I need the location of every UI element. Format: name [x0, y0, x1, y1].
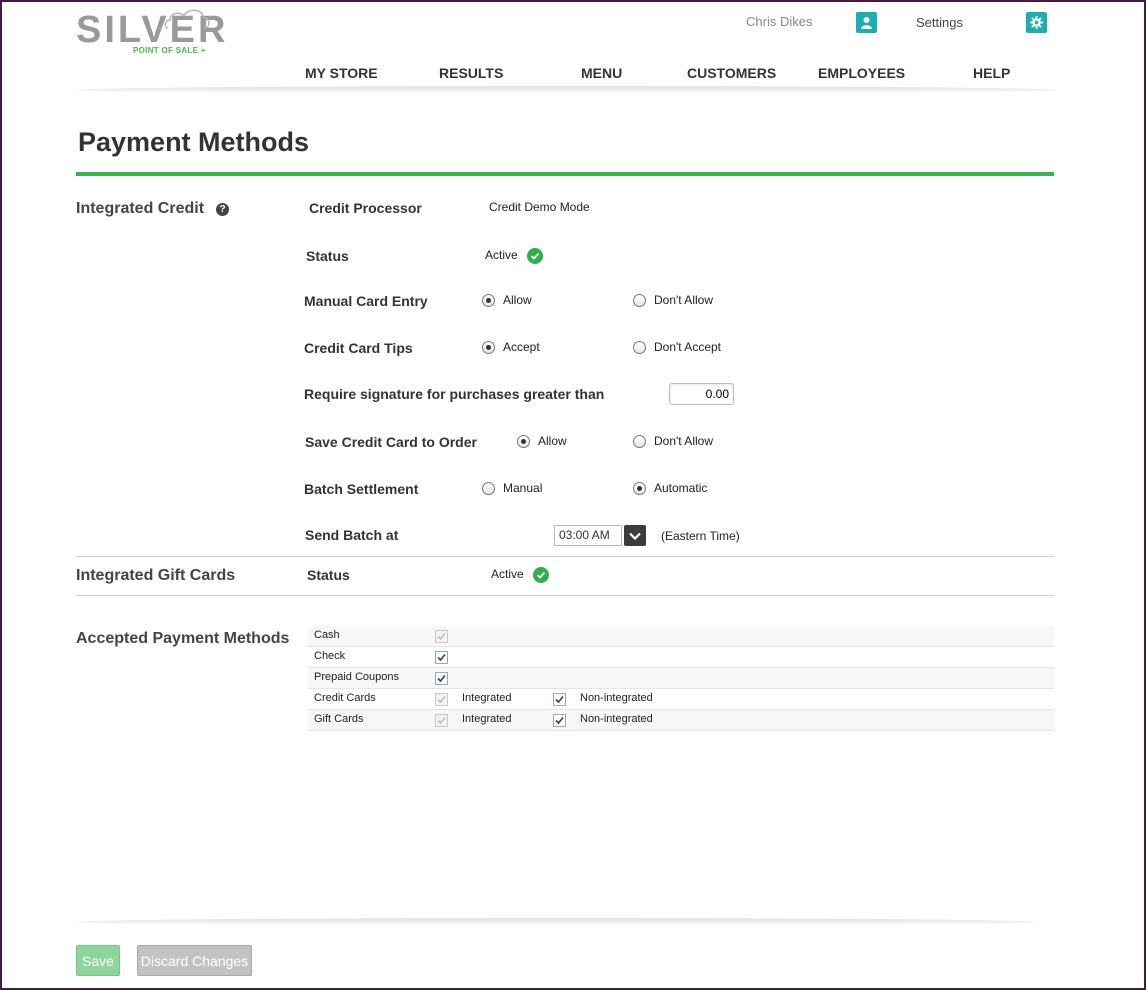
nav-results[interactable]: RESULTS [439, 65, 503, 81]
non-integrated-label: Non-integrated [580, 713, 653, 725]
send-batch-time-select[interactable]: 03:00 AM [554, 525, 622, 546]
chevron-down-icon[interactable] [624, 525, 646, 546]
payment-method-row: Check [308, 647, 1054, 668]
payment-method-label: Credit Cards [314, 692, 376, 704]
radio-dot[interactable] [517, 434, 530, 448]
save-card-dont-allow-radio[interactable]: Don't Allow [633, 434, 713, 448]
integrated-label: Integrated [462, 692, 512, 704]
discard-changes-button[interactable]: Discard Changes [137, 945, 252, 976]
credit-cards-integrated-checkbox[interactable] [435, 693, 448, 706]
radio-dot[interactable] [482, 481, 495, 495]
section-divider [76, 595, 1054, 596]
credit-status-label: Status [306, 248, 349, 264]
manual-card-entry-label: Manual Card Entry [304, 293, 428, 309]
radio-dot[interactable] [633, 340, 646, 354]
radio-label: Allow [503, 293, 532, 307]
credit-status-value: Active [485, 248, 518, 262]
radio-dot[interactable] [633, 481, 646, 495]
logo-cloud-icon [164, 9, 210, 29]
cash-checkbox[interactable] [435, 630, 448, 643]
manual-entry-allow-radio[interactable]: Allow [482, 293, 532, 307]
tips-accept-radio[interactable]: Accept [482, 340, 540, 354]
nav-shadow-divider [76, 86, 1056, 94]
nav-menu[interactable]: MENU [581, 65, 622, 81]
gift-cards-integrated-checkbox[interactable] [435, 714, 448, 727]
credit-processor-value: Credit Demo Mode [489, 200, 590, 214]
payment-method-label: Gift Cards [314, 713, 364, 725]
credit-card-tips-label: Credit Card Tips [304, 340, 413, 356]
payment-method-label: Prepaid Coupons [314, 671, 400, 683]
radio-label: Don't Accept [654, 340, 721, 354]
radio-dot[interactable] [482, 340, 495, 354]
integrated-credit-label: Integrated Credit [76, 200, 205, 217]
batch-settlement-label: Batch Settlement [304, 481, 419, 497]
gift-status-value: Active [491, 567, 524, 581]
credit-processor-label: Credit Processor [309, 200, 422, 216]
tips-dont-accept-radio[interactable]: Don't Accept [633, 340, 721, 354]
radio-label: Don't Allow [654, 293, 713, 307]
gift-cards-non-integrated-checkbox[interactable] [553, 714, 566, 727]
credit-cards-non-integrated-checkbox[interactable] [553, 693, 566, 706]
save-card-allow-radio[interactable]: Allow [517, 434, 567, 448]
nav-help[interactable]: HELP [973, 65, 1010, 81]
radio-label: Manual [503, 481, 543, 495]
gift-status-label: Status [307, 567, 350, 583]
radio-dot[interactable] [482, 293, 495, 307]
payment-method-row: Prepaid Coupons [308, 668, 1054, 689]
save-button[interactable]: Save [76, 945, 120, 976]
settings-link[interactable]: Settings [916, 15, 963, 30]
save-card-label: Save Credit Card to Order [305, 434, 477, 450]
page-title: Payment Methods [78, 127, 310, 157]
section-divider [76, 556, 1054, 557]
manual-entry-dont-allow-radio[interactable]: Don't Allow [633, 293, 713, 307]
radio-label: Don't Allow [654, 434, 713, 448]
radio-dot[interactable] [633, 293, 646, 307]
user-icon[interactable] [856, 12, 877, 33]
nav-my-store[interactable]: MY STORE [305, 65, 378, 81]
help-icon[interactable]: ? [216, 203, 229, 216]
send-batch-label: Send Batch at [305, 527, 399, 543]
title-rule [76, 172, 1054, 176]
payment-method-row: Gift Cards Integrated Non-integrated [308, 710, 1054, 731]
payment-method-label: Check [314, 650, 346, 662]
payment-method-row: Cash [308, 626, 1054, 647]
accepted-methods-label: Accepted Payment Methods [76, 630, 290, 647]
batch-automatic-radio[interactable]: Automatic [633, 481, 707, 495]
footer-shadow-divider [76, 918, 1036, 926]
radio-dot[interactable] [633, 434, 646, 448]
gear-icon[interactable] [1026, 12, 1047, 33]
nav-employees[interactable]: EMPLOYEES [818, 65, 905, 81]
payment-method-row: Credit Cards Integrated Non-integrated [308, 689, 1054, 710]
timezone-label: (Eastern Time) [661, 529, 740, 543]
batch-manual-radio[interactable]: Manual [482, 481, 542, 495]
radio-label: Accept [503, 340, 540, 354]
logo-tagline: POINT OF SALE + [133, 46, 206, 55]
active-check-icon [527, 248, 543, 264]
check-checkbox[interactable] [435, 651, 448, 664]
non-integrated-label: Non-integrated [580, 692, 653, 704]
gift-cards-label: Integrated Gift Cards [76, 567, 236, 584]
integrated-label: Integrated [462, 713, 512, 725]
radio-label: Automatic [654, 481, 708, 495]
active-check-icon [533, 567, 549, 583]
payment-method-label: Cash [314, 629, 340, 641]
nav-customers[interactable]: CUSTOMERS [687, 65, 776, 81]
prepaid-coupons-checkbox[interactable] [435, 672, 448, 685]
radio-label: Allow [538, 434, 567, 448]
user-name[interactable]: Chris Dikes [746, 14, 812, 29]
signature-threshold-input[interactable] [669, 383, 734, 405]
signature-threshold-label: Require signature for purchases greater … [304, 386, 605, 402]
